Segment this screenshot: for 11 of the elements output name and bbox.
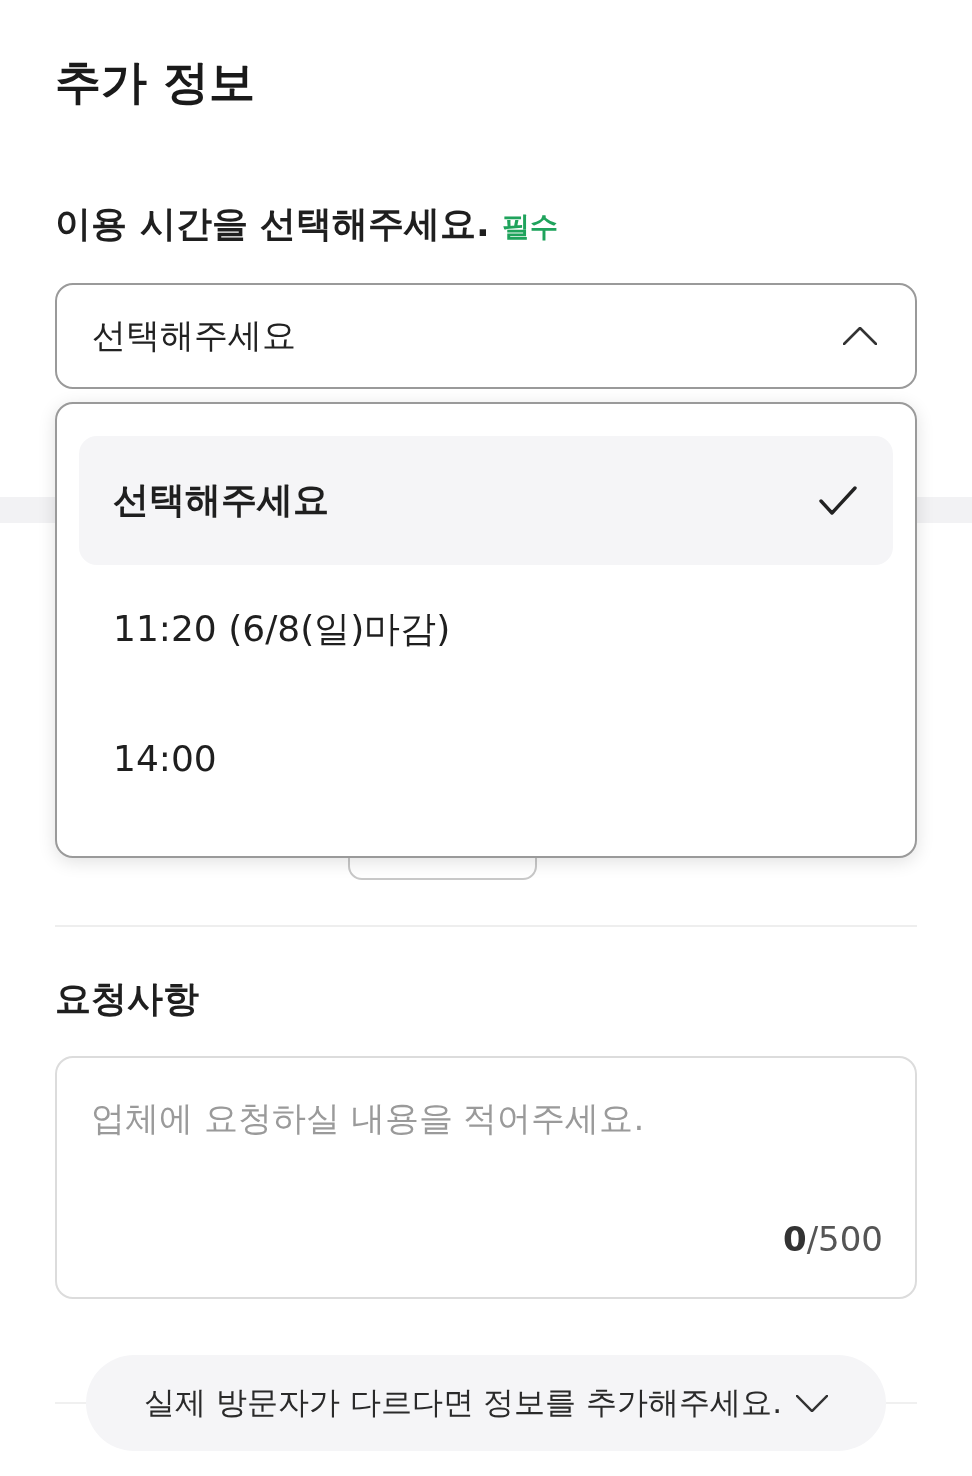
section-title: 추가 정보 bbox=[55, 54, 256, 111]
chevron-icon bbox=[796, 1394, 829, 1412]
time-select[interactable]: 선택해주세요 bbox=[55, 283, 917, 389]
field-label: 이용 시간을 선택해주세요. bbox=[55, 202, 490, 246]
field-label: 요청사항 bbox=[55, 977, 200, 1021]
add-visitor-button[interactable]: 실제 방문자가 다르다면 정보를 추가해주세요. bbox=[86, 1355, 886, 1451]
chevron-icon bbox=[843, 327, 877, 345]
dropdown-option[interactable]: 선택해주세요 bbox=[79, 436, 893, 565]
check-icon bbox=[819, 485, 857, 516]
required-label: 필수 bbox=[501, 209, 558, 245]
character-counter: 0/500 bbox=[782, 1218, 883, 1261]
